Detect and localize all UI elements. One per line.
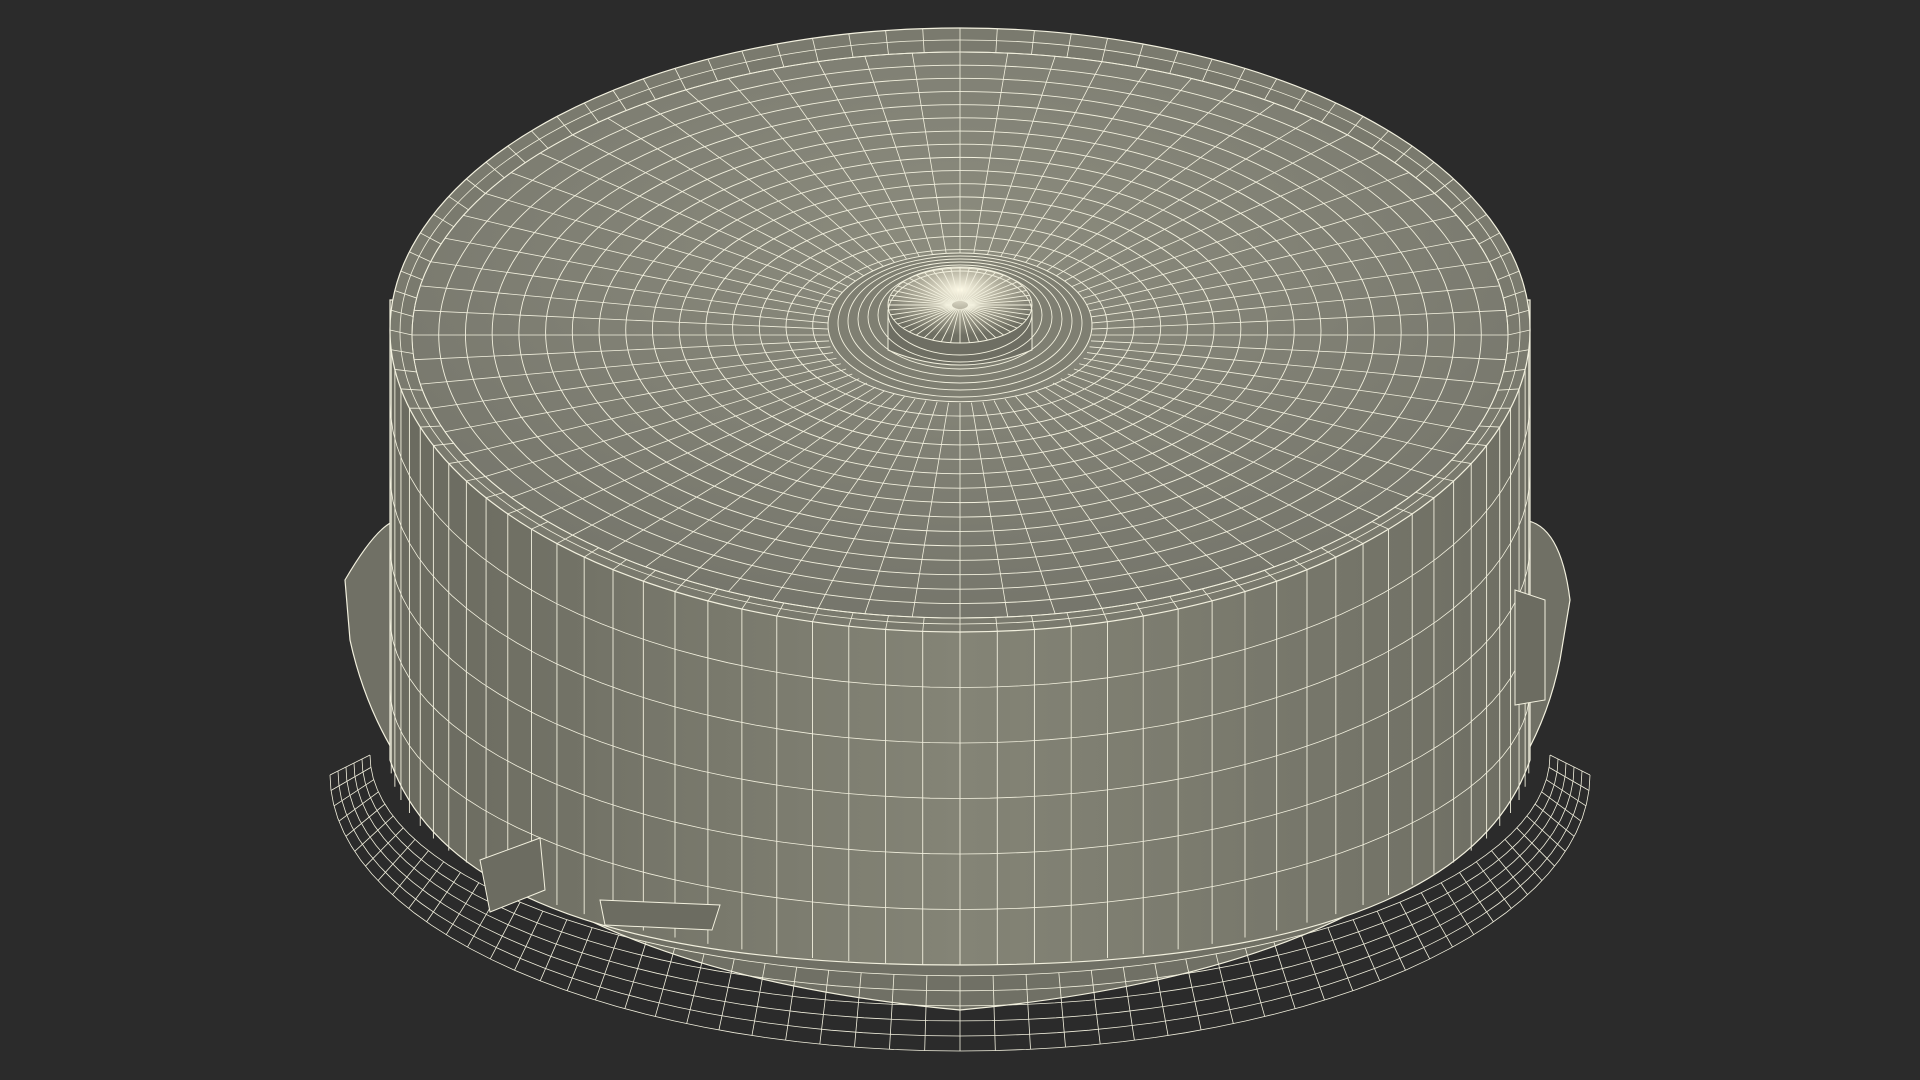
render-viewport (0, 0, 1920, 1080)
center-boss (827, 252, 1093, 398)
wireframe-model (329, 27, 1591, 1052)
side-tab-right (1514, 589, 1546, 706)
